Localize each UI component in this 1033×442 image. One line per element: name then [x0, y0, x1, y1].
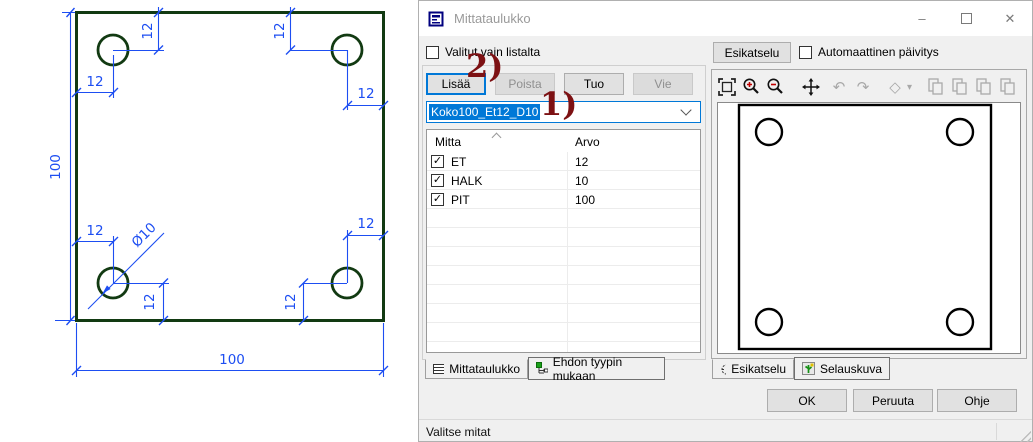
- dim-width-lines: [77, 323, 384, 377]
- pan-icon[interactable]: [799, 75, 823, 99]
- paste-icon: [972, 75, 996, 99]
- resize-grip-icon[interactable]: [1019, 430, 1031, 442]
- preview-toolbar: ↶ ↷ ◇ ▾: [712, 70, 1026, 101]
- help-button[interactable]: Ohje: [937, 389, 1017, 412]
- preview-group: ↶ ↷ ◇ ▾: [711, 69, 1027, 359]
- row-name: PIT: [451, 193, 470, 207]
- screen: 100 100 12 12 12 12 12 12: [0, 0, 1033, 442]
- preview-drawing-svg: [718, 103, 1020, 353]
- cad-drawing-view: 100 100 12 12 12 12 12 12: [0, 0, 418, 442]
- column-header-mitta[interactable]: Mitta: [435, 135, 461, 149]
- center-point-icon: ◇: [883, 75, 907, 99]
- row-name: ET: [451, 155, 466, 169]
- maximize-button[interactable]: [944, 1, 988, 36]
- sort-ascending-icon: [492, 133, 502, 143]
- auto-update-row[interactable]: Automaattinen päivitys: [799, 45, 939, 59]
- preview-hole: [947, 119, 973, 145]
- preview-hole: [947, 309, 973, 335]
- dim-bl-vert-label: 12: [142, 293, 158, 310]
- table-row[interactable]: ✓ PIT 100: [427, 190, 700, 209]
- tab-ehdon-tyypin-mukaan[interactable]: Ehdon tyypin mukaan: [528, 357, 665, 380]
- auto-update-checkbox[interactable]: [799, 46, 812, 59]
- dropdown-caret-icon: ▾: [907, 82, 912, 93]
- preview-hole: [756, 309, 782, 335]
- tab-selauskuva[interactable]: Selauskuva: [794, 357, 890, 380]
- dim-tl-horiz-label: 12: [86, 74, 103, 90]
- row-value: 100: [575, 193, 595, 207]
- preview-viewport[interactable]: [717, 102, 1021, 354]
- dimension-table: Mitta Arvo ✓ ET 12 ✓ HALK 10 ✓ PIT: [426, 129, 701, 353]
- target-icon: [720, 363, 726, 376]
- tab-label: Esikatselu: [731, 362, 786, 376]
- row-checkbox[interactable]: ✓: [431, 193, 444, 206]
- chevron-down-icon[interactable]: [680, 104, 691, 115]
- plant-icon: [802, 362, 815, 375]
- redo-icon: ↷: [851, 75, 875, 99]
- app-icon: [428, 11, 444, 27]
- tab-label: Ehdon tyypin mukaan: [553, 355, 657, 383]
- status-bar: Valitse mitat: [419, 419, 1032, 442]
- maximize-icon: [961, 13, 972, 24]
- annotation-step-1: 1): [540, 88, 577, 120]
- dim-br-horiz-label: 12: [357, 216, 374, 232]
- status-separator: [996, 423, 997, 440]
- table-row[interactable]: ✓ HALK 10: [427, 171, 700, 190]
- tab-label: Mittataulukko: [449, 362, 520, 376]
- paste-icon: [948, 75, 972, 99]
- table-icon: [433, 363, 444, 375]
- dim-diameter-label: Ø10: [129, 220, 160, 251]
- row-checkbox[interactable]: ✓: [431, 155, 444, 168]
- cancel-button[interactable]: Peruuta: [853, 389, 933, 412]
- tab-esikatselu[interactable]: Esikatselu: [712, 359, 794, 379]
- auto-update-label: Automaattinen päivitys: [818, 45, 939, 59]
- dim-bl-horiz-label: 12: [86, 223, 103, 239]
- preview-hole: [756, 119, 782, 145]
- window-title: Mittataulukko: [454, 11, 531, 26]
- dim-tr-horiz-label: 12: [357, 86, 374, 102]
- row-value: 10: [575, 174, 588, 188]
- dim-br-horiz-lines: [348, 230, 384, 283]
- cad-drawing-svg: 100 100 12 12 12 12 12 12: [0, 0, 418, 442]
- paste-icon: [924, 75, 948, 99]
- ok-button[interactable]: OK: [767, 389, 847, 412]
- dim-tl-vert-label: 12: [140, 22, 156, 39]
- close-button[interactable]: ✕: [988, 1, 1032, 36]
- zoom-in-icon[interactable]: [739, 75, 763, 99]
- export-button: Vie: [633, 73, 693, 95]
- row-value: 12: [575, 155, 588, 169]
- tab-mittataulukko[interactable]: Mittataulukko: [425, 359, 528, 379]
- filter-checkbox[interactable]: [426, 46, 439, 59]
- dim-bl-vert-lines: [113, 283, 169, 321]
- dim-br-vert-lines: [303, 283, 347, 321]
- dim-bl-horiz-lines: [77, 236, 114, 283]
- dim-diameter-arrow: [102, 285, 110, 293]
- zoom-out-icon[interactable]: [763, 75, 787, 99]
- tree-icon: [536, 362, 548, 375]
- dim-br-vert-label: 12: [283, 293, 299, 310]
- tab-label: Selauskuva: [820, 362, 882, 376]
- dim-width-label: 100: [219, 352, 245, 368]
- window-controls: – ✕: [900, 1, 1032, 36]
- zoom-extents-icon[interactable]: [715, 75, 739, 99]
- combobox-selected-value: Koko100_Et12_D10: [429, 104, 540, 120]
- undo-icon: ↶: [827, 75, 851, 99]
- annotation-step-2: 2): [466, 50, 503, 82]
- table-header: Mitta Arvo: [427, 130, 700, 153]
- table-row[interactable]: ✓ ET 12: [427, 152, 700, 171]
- dim-height-label: 100: [48, 154, 64, 180]
- row-checkbox[interactable]: ✓: [431, 174, 444, 187]
- mittataulukko-dialog: Mittataulukko – ✕ Valitut vain listalta …: [418, 0, 1033, 442]
- dim-tr-vert-label: 12: [272, 22, 288, 39]
- minimize-button[interactable]: –: [900, 1, 944, 36]
- preview-button[interactable]: Esikatselu: [713, 42, 791, 63]
- status-text: Valitse mitat: [426, 425, 490, 439]
- table-body: ✓ ET 12 ✓ HALK 10 ✓ PIT 100: [427, 152, 700, 352]
- paste-icon: [996, 75, 1020, 99]
- row-name: HALK: [451, 174, 482, 188]
- column-header-arvo[interactable]: Arvo: [575, 135, 600, 149]
- titlebar[interactable]: Mittataulukko – ✕: [419, 1, 1032, 36]
